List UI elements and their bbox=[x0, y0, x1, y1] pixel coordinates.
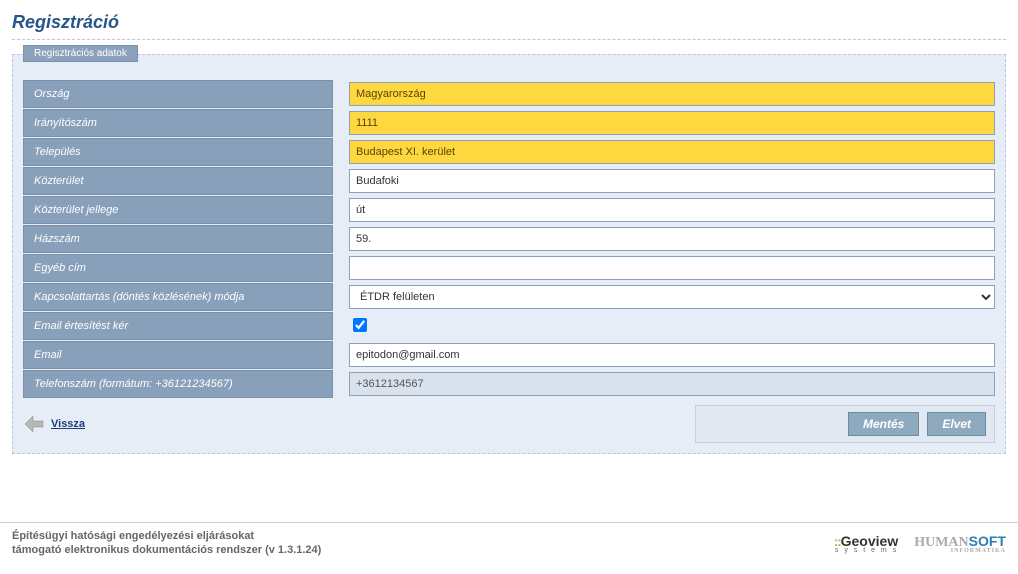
email-notify-checkbox[interactable] bbox=[353, 318, 367, 332]
other-address-input[interactable] bbox=[349, 256, 995, 280]
title-divider bbox=[12, 39, 1006, 40]
contact-method-select[interactable]: ÉTDR felületen bbox=[349, 285, 995, 309]
street-type-input[interactable] bbox=[349, 198, 995, 222]
page-title: Regisztráció bbox=[12, 8, 1006, 39]
save-button[interactable]: Mentés bbox=[848, 412, 919, 436]
label-zip: Irányítószám bbox=[23, 109, 333, 137]
humansoft-logo: HUMANSOFT INFORMATIKA bbox=[914, 533, 1006, 554]
phone-input[interactable] bbox=[349, 372, 995, 396]
form-grid: Ország Irányítószám Település bbox=[23, 79, 995, 399]
button-bar: Mentés Elvet bbox=[695, 405, 995, 443]
label-email: Email bbox=[23, 341, 333, 369]
label-country: Ország bbox=[23, 80, 333, 108]
back-link-group: Vissza bbox=[23, 414, 85, 434]
footer: Építésügyi hatósági engedélyezési eljárá… bbox=[0, 522, 1018, 564]
footer-logos: ::Geoview s y s t e m s HUMANSOFT INFORM… bbox=[834, 533, 1006, 554]
street-input[interactable] bbox=[349, 169, 995, 193]
label-contact-method: Kapcsolattartás (döntés közlésének) módj… bbox=[23, 283, 333, 311]
house-input[interactable] bbox=[349, 227, 995, 251]
geoview-logo: ::Geoview s y s t e m s bbox=[834, 533, 898, 554]
label-street-type: Közterület jellege bbox=[23, 196, 333, 224]
label-house: Házszám bbox=[23, 225, 333, 253]
footer-line1: Építésügyi hatósági engedélyezési eljárá… bbox=[12, 529, 321, 543]
label-email-notify: Email értesítést kér bbox=[23, 312, 333, 340]
email-input[interactable] bbox=[349, 343, 995, 367]
label-street: Közterület bbox=[23, 167, 333, 195]
discard-button[interactable]: Elvet bbox=[927, 412, 986, 436]
label-other: Egyéb cím bbox=[23, 254, 333, 282]
registration-panel: Regisztrációs adatok Ország Irányítószám bbox=[12, 54, 1006, 454]
arrow-left-icon bbox=[23, 414, 45, 434]
panel-tab: Regisztrációs adatok bbox=[23, 45, 138, 62]
country-input[interactable] bbox=[349, 82, 995, 106]
footer-text: Építésügyi hatósági engedélyezési eljárá… bbox=[12, 529, 321, 558]
back-link[interactable]: Vissza bbox=[51, 418, 85, 430]
city-input[interactable] bbox=[349, 140, 995, 164]
footer-line2: támogató elektronikus dokumentációs rend… bbox=[12, 543, 321, 557]
zip-input[interactable] bbox=[349, 111, 995, 135]
label-phone: Telefonszám (formátum: +36121234567) bbox=[23, 370, 333, 398]
label-city: Település bbox=[23, 138, 333, 166]
